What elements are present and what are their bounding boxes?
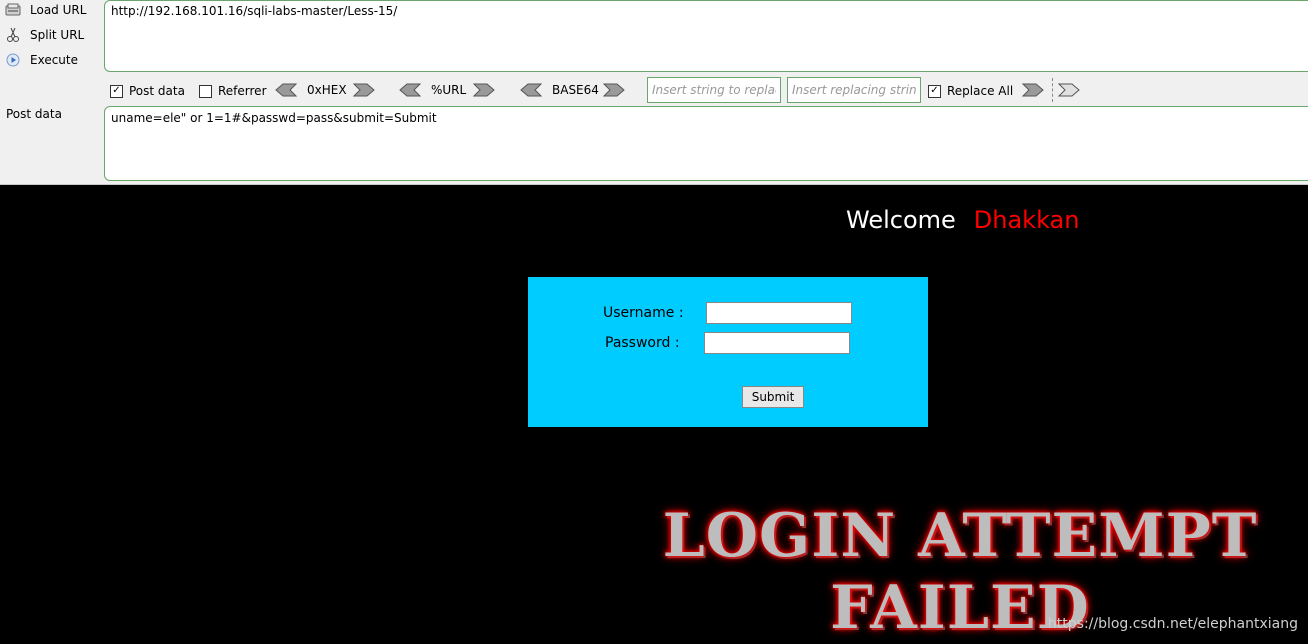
replace-all-label: Replace All: [947, 84, 1014, 98]
password-label: Password :: [605, 335, 680, 351]
load-url-button[interactable]: Load URL: [4, 0, 96, 20]
post-data-check-icon: ✓: [110, 84, 123, 98]
replace-find-input[interactable]: [647, 77, 781, 103]
login-form: Username : Password : Submit: [528, 277, 928, 427]
submit-button[interactable]: Submit: [742, 386, 804, 408]
split-url-button[interactable]: Split URL: [4, 25, 96, 45]
post-data-checkbox[interactable]: ✓ Post data: [110, 84, 185, 98]
password-input[interactable]: [704, 332, 850, 354]
base64-decode-arrow-icon[interactable]: [520, 83, 542, 97]
replace-back-arrow-icon[interactable]: [1058, 83, 1080, 97]
replace-arrow-icon[interactable]: [1022, 83, 1044, 97]
execute-label: Execute: [30, 53, 78, 67]
login-failed-line2: FAILED: [830, 573, 1090, 643]
base64-encode-arrow-icon[interactable]: [603, 83, 625, 97]
url-input[interactable]: http://192.168.101.16/sqli-labs-master/L…: [104, 0, 1308, 72]
post-data-label: Post data: [6, 107, 62, 121]
replace-all-check-icon: ✓: [928, 84, 941, 98]
load-url-icon: [4, 2, 22, 18]
watermark-text: https://blog.csdn.net/elephantxiang: [1047, 616, 1298, 632]
username-input[interactable]: [706, 302, 852, 324]
welcome-heading: Welcome Dhakkan: [846, 206, 1079, 234]
hex-encode-arrow-icon[interactable]: [353, 83, 375, 97]
replace-with-input[interactable]: [787, 77, 921, 103]
username-label: Username :: [603, 305, 684, 321]
urlencode-label: %URL: [431, 83, 467, 97]
welcome-name: Dhakkan: [973, 206, 1080, 234]
referrer-checkbox[interactable]: Referrer: [199, 84, 267, 98]
url-encode-arrow-icon[interactable]: [473, 83, 495, 97]
welcome-text: Welcome: [846, 206, 956, 234]
post-data-checkbox-label: Post data: [129, 84, 185, 98]
replace-all-checkbox[interactable]: ✓ Replace All: [928, 84, 1013, 98]
post-data-input[interactable]: uname=ele" or 1=1#&passwd=pass&submit=Su…: [104, 106, 1308, 181]
hex-decode-arrow-icon[interactable]: [275, 83, 297, 97]
referrer-check-icon: [199, 84, 212, 98]
hackbar-panel: Load URL Split URL Execute http://192.16…: [0, 0, 1308, 185]
login-failed-line1: LOGIN ATTEMPT: [662, 501, 1258, 571]
referrer-checkbox-label: Referrer: [218, 84, 267, 98]
execute-button[interactable]: Execute: [4, 50, 96, 70]
url-decode-arrow-icon[interactable]: [399, 83, 421, 97]
load-url-label: Load URL: [30, 3, 87, 17]
toolbar-separator: [1052, 78, 1053, 102]
split-url-label: Split URL: [30, 28, 85, 42]
execute-icon: [4, 52, 22, 68]
hackbar-toolbar: ✓ Post data Referrer 0xHEX %URL BASE64 ✓…: [104, 77, 1308, 103]
base64-label: BASE64: [552, 83, 599, 97]
hex-label: 0xHEX: [307, 83, 347, 97]
split-url-icon: [4, 27, 22, 43]
